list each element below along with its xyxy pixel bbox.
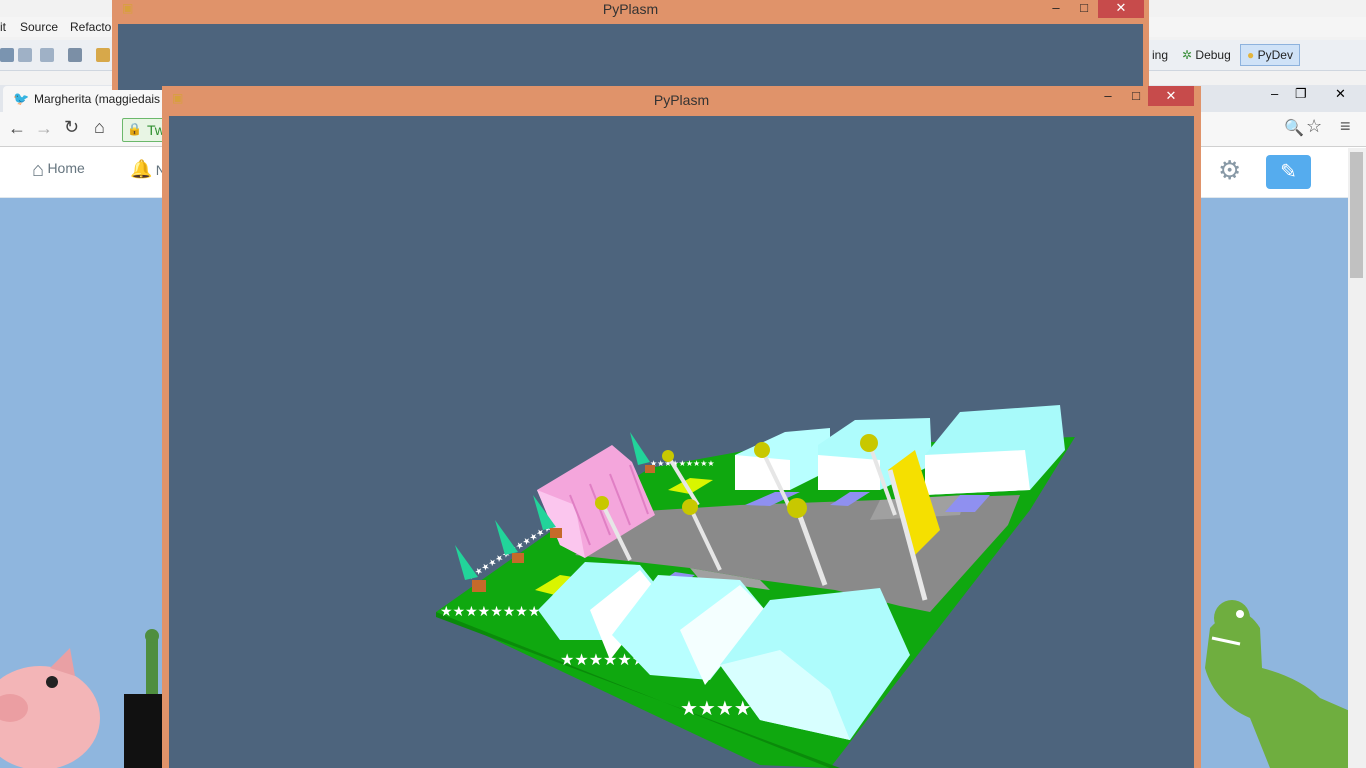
chrome-menu-icon[interactable]: ≡ (1340, 116, 1351, 137)
pyplasm-back-minimize-button[interactable]: – (1042, 0, 1070, 18)
pyplasm-front-close-button[interactable]: ✕ (1148, 86, 1194, 106)
scrollbar-thumb[interactable] (1350, 152, 1363, 278)
dinosaur-illustration (1205, 600, 1366, 768)
pydev-icon: ● (1247, 48, 1255, 62)
pyplasm-back-close-button[interactable]: ✕ (1098, 0, 1144, 18)
pyplasm-back-viewport[interactable] (118, 24, 1143, 90)
twitter-home-label: Home (47, 160, 85, 176)
city-3d-scene: ★★★★★★★★★ ★★★★★★★ ★★★★★★ ★★★★★★★★★★★★ ★★… (436, 405, 1075, 768)
chrome-minimize-button[interactable]: – (1271, 86, 1278, 101)
pyplasm-back-maximize-button[interactable]: □ (1070, 0, 1098, 18)
menu-source[interactable]: Source (20, 20, 58, 34)
perspective-partial[interactable]: ing (1146, 44, 1174, 66)
pyplasm-front-maximize-button[interactable]: □ (1122, 88, 1150, 106)
home-icon[interactable]: ⌂ (94, 117, 105, 138)
chrome-window-controls: – ❐ ✕ (1265, 86, 1365, 106)
pyplasm-window-back: ▣ PyPlasm – □ ✕ (112, 0, 1149, 90)
omnibox[interactable]: 🔒 Tw (122, 118, 165, 142)
star-mark-5: ★★★★★★★★★ (650, 459, 715, 468)
debug-icon: ✲ (1182, 48, 1193, 62)
menu-edit[interactable]: it (0, 20, 6, 34)
perspective-debug[interactable]: ✲ Debug (1176, 44, 1237, 66)
compose-icon: ✎ (1280, 161, 1297, 183)
bookmark-star-icon[interactable]: ☆ (1306, 116, 1322, 137)
soldier-illustration (124, 629, 164, 768)
chrome-maximize-button[interactable]: ❐ (1295, 86, 1307, 102)
bell-icon: 🔔 (130, 159, 153, 179)
chrome-close-button[interactable]: ✕ (1335, 86, 1346, 102)
back-icon[interactable]: ← (8, 118, 26, 139)
zoom-icon[interactable]: 🔍 (1284, 118, 1304, 138)
reload-icon[interactable]: ↻ (64, 117, 79, 138)
perspective-pydev[interactable]: ● PyDev (1240, 44, 1300, 66)
tab-title: Margherita (maggiedais (34, 92, 161, 106)
perspective-pydev-label: PyDev (1257, 48, 1293, 62)
print-icon[interactable] (40, 48, 54, 62)
star-mark-1: ★★★★★★★★★ (440, 603, 553, 619)
pyplasm-3d-viewport[interactable]: ★★★★★★★★★ ★★★★★★★ ★★★★★★ ★★★★★★★★★★★★ ★★… (169, 116, 1194, 768)
settings-gear-icon[interactable]: ⚙ (1218, 155, 1241, 186)
new-icon[interactable] (0, 48, 14, 62)
pyplasm-window-front: ▣ PyPlasm – □ ✕ ★★★★★★★★★ ★★★★★★★ ★★★★★★… (162, 86, 1201, 768)
forward-icon[interactable]: → (35, 118, 53, 139)
save-icon[interactable] (18, 48, 32, 62)
pyplasm-front-minimize-button[interactable]: – (1094, 88, 1122, 106)
pyplasm-back-title: PyPlasm (602, 1, 659, 17)
twitter-bird-icon: 🐦 (13, 91, 30, 106)
python-icon[interactable] (96, 48, 110, 62)
home-house-icon: ⌂ (32, 159, 45, 181)
lock-icon: 🔒 (127, 122, 142, 136)
menu-refactor[interactable]: Refacto (70, 20, 111, 34)
compose-tweet-button[interactable]: ✎ (1266, 155, 1311, 189)
pig-illustration (0, 648, 100, 768)
pyplasm-front-title: PyPlasm (653, 92, 710, 108)
perspective-debug-label: Debug (1195, 48, 1231, 62)
twitter-home-link[interactable]: ⌂ Home (32, 159, 85, 182)
twitter-notifications-link[interactable]: 🔔 N (130, 159, 166, 180)
refresh-icon[interactable] (68, 48, 82, 62)
